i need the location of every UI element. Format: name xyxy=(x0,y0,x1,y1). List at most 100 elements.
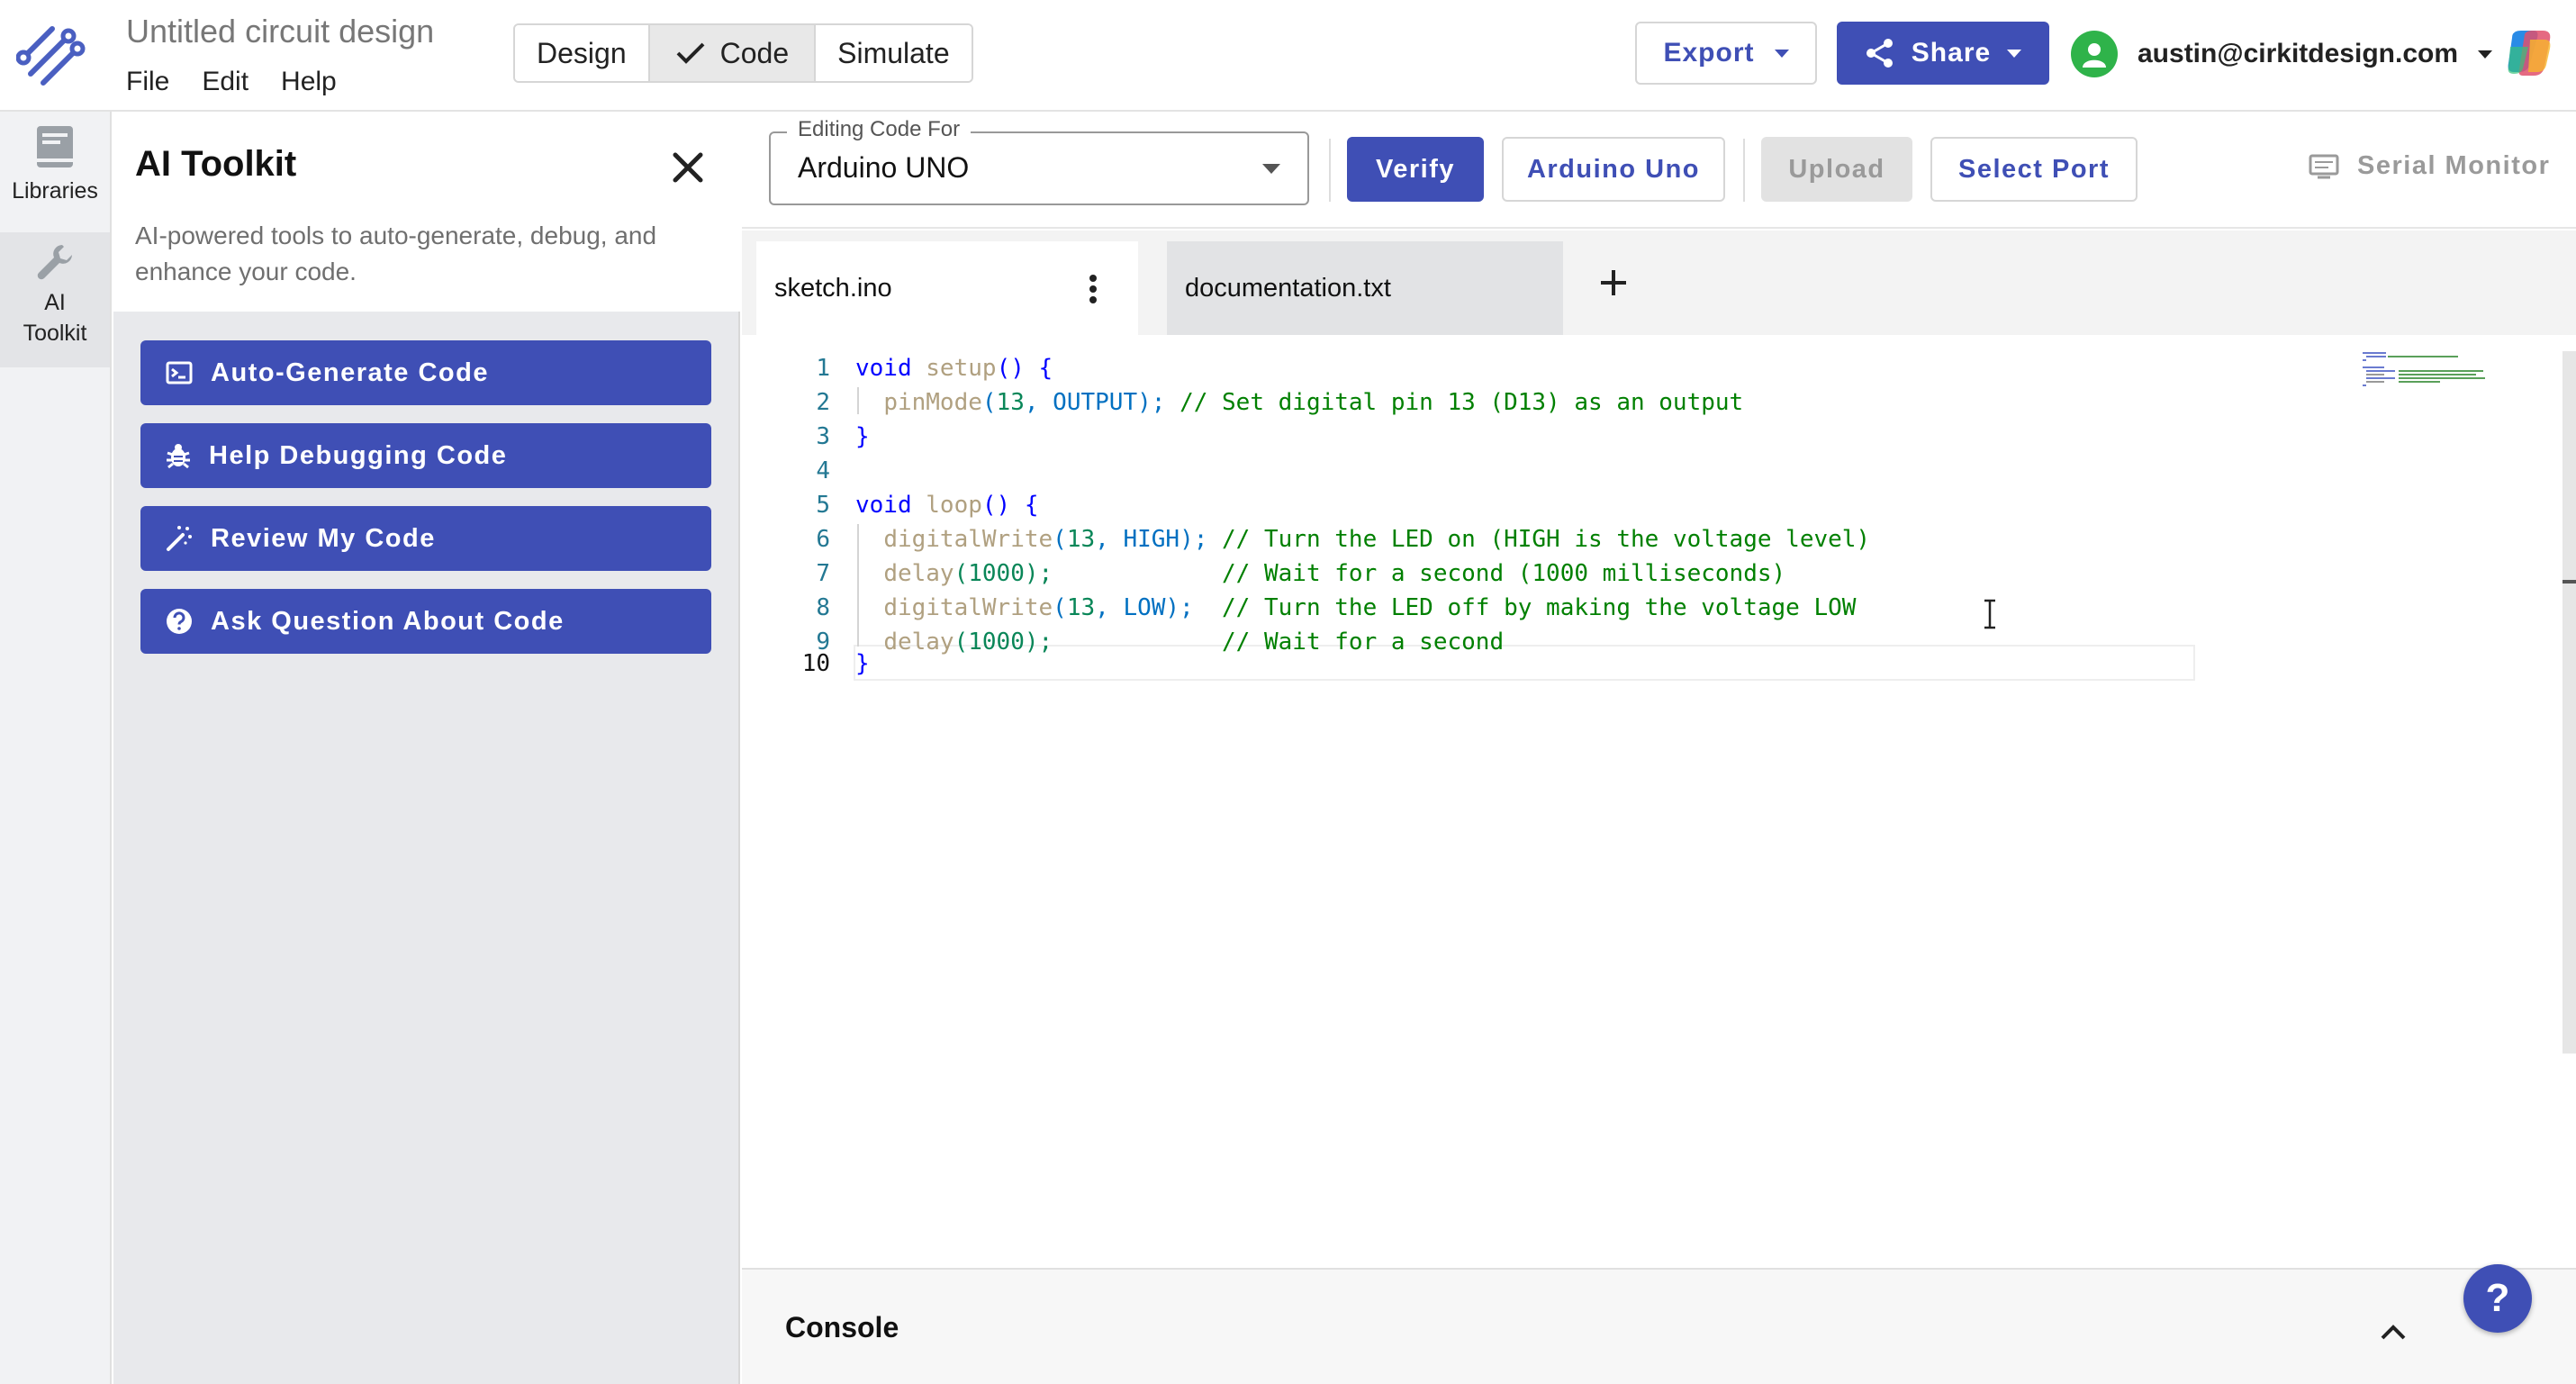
review-my-code-label: Review My Code xyxy=(211,523,436,553)
menu-file[interactable]: File xyxy=(126,67,169,97)
ai-toolkit-header: AI Toolkit AI-powered tools to auto-gene… xyxy=(113,112,740,312)
mode-code-button[interactable]: Code xyxy=(649,25,817,81)
file-tabs: sketch.ino documentation.txt xyxy=(742,231,2576,335)
upload-button[interactable]: Upload xyxy=(1761,137,1912,202)
console-panel: Console xyxy=(742,1268,2576,1384)
select-port-label: Select Port xyxy=(1958,154,2110,184)
toolbar-divider xyxy=(1743,139,1745,202)
plus-icon[interactable] xyxy=(1586,256,1641,310)
board-select-legend: Editing Code For xyxy=(787,117,972,142)
code-line: void loop() { xyxy=(855,492,1039,519)
ai-toolkit-title: AI Toolkit xyxy=(135,144,297,184)
export-button[interactable]: Export xyxy=(1635,22,1817,85)
rail-ai-label-2: Toolkit xyxy=(23,320,87,346)
editor-scrollbar[interactable] xyxy=(2562,351,2576,1054)
more-vertical-icon[interactable] xyxy=(1088,274,1098,304)
left-rail: Libraries AI Toolkit xyxy=(0,112,112,1384)
share-icon xyxy=(1866,39,1893,68)
auto-generate-code-button[interactable]: Auto-Generate Code xyxy=(140,340,711,405)
code-toolbar: Editing Code For Arduino UNO Verify Ardu… xyxy=(742,112,2576,229)
board-select-value: Arduino UNO xyxy=(798,151,970,184)
code-line: pinMode(13, OUTPUT); // Set digital pin … xyxy=(883,389,1744,416)
ai-toolkit-description: AI-powered tools to auto-generate, debug… xyxy=(135,222,657,285)
minimap[interactable] xyxy=(2359,349,2494,394)
line-number: 6 xyxy=(816,526,830,553)
code-line: } xyxy=(855,650,870,677)
cirkit-logo-icon[interactable] xyxy=(16,18,88,90)
rail-ai-label-1: AI xyxy=(44,290,66,315)
select-port-button[interactable]: Select Port xyxy=(1930,137,2138,202)
rail-libraries-label: Libraries xyxy=(12,178,98,204)
export-label: Export xyxy=(1663,38,1755,68)
help-debugging-code-label: Help Debugging Code xyxy=(209,440,508,470)
chevron-down-icon xyxy=(2007,49,2022,58)
help-label: ? xyxy=(2485,1276,2510,1320)
menu-bar: File Edit Help xyxy=(126,67,337,97)
tab-sketch-label: sketch.ino xyxy=(774,273,892,303)
top-bar: Untitled circuit design File Edit Help D… xyxy=(0,0,2576,112)
menu-edit[interactable]: Edit xyxy=(202,67,249,97)
book-icon xyxy=(37,126,73,167)
board-button-label: Arduino Uno xyxy=(1526,154,1701,184)
tab-sketch-ino[interactable]: sketch.ino xyxy=(756,241,1138,335)
checkmark-icon xyxy=(676,42,705,64)
bug-icon xyxy=(167,444,190,469)
mode-switcher: Design Code Simulate xyxy=(513,23,973,83)
auto-generate-code-label: Auto-Generate Code xyxy=(211,357,489,387)
share-button[interactable]: Share xyxy=(1837,22,2049,85)
share-label: Share xyxy=(1911,38,1992,68)
design-title[interactable]: Untitled circuit design xyxy=(126,13,434,50)
copilot-icon[interactable] xyxy=(2503,27,2555,79)
close-icon[interactable] xyxy=(666,146,710,189)
ask-question-label: Ask Question About Code xyxy=(211,606,565,636)
monitor-icon xyxy=(2309,154,2339,178)
verify-label: Verify xyxy=(1376,154,1455,184)
terminal-icon xyxy=(166,361,193,384)
board-select[interactable]: Editing Code For Arduino UNO xyxy=(769,117,1309,205)
user-icon xyxy=(2083,43,2106,68)
serial-monitor-button[interactable]: Serial Monitor xyxy=(2309,151,2550,181)
board-button[interactable]: Arduino Uno xyxy=(1502,137,1725,202)
code-line: } xyxy=(855,423,870,450)
scrollbar-position-marker xyxy=(2562,580,2576,583)
ai-toolkit-panel: AI Toolkit AI-powered tools to auto-gene… xyxy=(113,112,740,1384)
rail-libraries[interactable]: Libraries xyxy=(0,124,110,223)
code-line: digitalWrite(13, LOW); // Turn the LED o… xyxy=(883,594,1857,621)
avatar xyxy=(2071,31,2118,77)
code-line: delay(1000); // Wait for a second xyxy=(883,629,1505,656)
text-cursor-icon xyxy=(1984,599,1995,629)
code-line: digitalWrite(13, HIGH); // Turn the LED … xyxy=(883,526,1871,553)
line-number: 4 xyxy=(816,457,830,484)
help-debugging-code-button[interactable]: Help Debugging Code xyxy=(140,423,711,488)
help-button[interactable]: ? xyxy=(2463,1264,2532,1333)
mode-simulate-button[interactable]: Simulate xyxy=(816,25,972,81)
line-number: 1 xyxy=(816,355,830,382)
review-my-code-button[interactable]: Review My Code xyxy=(140,506,711,571)
mode-design-button[interactable]: Design xyxy=(515,25,650,81)
tab-documentation-txt[interactable]: documentation.txt xyxy=(1167,241,1563,335)
chevron-up-icon[interactable] xyxy=(2375,1315,2411,1351)
verify-button[interactable]: Verify xyxy=(1347,137,1484,202)
mode-code-label: Code xyxy=(719,36,790,69)
ask-question-button[interactable]: Ask Question About Code xyxy=(140,589,711,654)
line-number-current: 10 xyxy=(801,650,830,677)
wrench-icon xyxy=(37,245,72,280)
rail-ai-toolkit[interactable]: AI Toolkit xyxy=(0,232,110,367)
chevron-down-icon xyxy=(2478,50,2493,59)
mode-simulate-label: Simulate xyxy=(837,36,950,69)
line-number: 3 xyxy=(816,423,830,450)
user-menu[interactable]: austin@cirkitdesign.com xyxy=(2071,27,2493,81)
question-circle-icon xyxy=(167,609,192,634)
tab-documentation-label: documentation.txt xyxy=(1185,273,1391,303)
line-number: 5 xyxy=(816,492,830,519)
menu-help[interactable]: Help xyxy=(281,67,337,97)
code-editor[interactable]: 1 2 3 4 5 6 7 8 9 10 void setup() { pinM… xyxy=(742,335,2576,1268)
console-title: Console xyxy=(785,1311,899,1343)
serial-monitor-label: Serial Monitor xyxy=(2357,151,2551,180)
upload-label: Upload xyxy=(1788,154,1885,184)
line-number: 8 xyxy=(816,594,830,621)
code-line: delay(1000); // Wait for a second (1000 … xyxy=(883,560,1786,587)
line-number: 7 xyxy=(816,560,830,587)
magic-wand-icon xyxy=(167,526,192,551)
user-email: austin@cirkitdesign.com xyxy=(2138,39,2459,68)
